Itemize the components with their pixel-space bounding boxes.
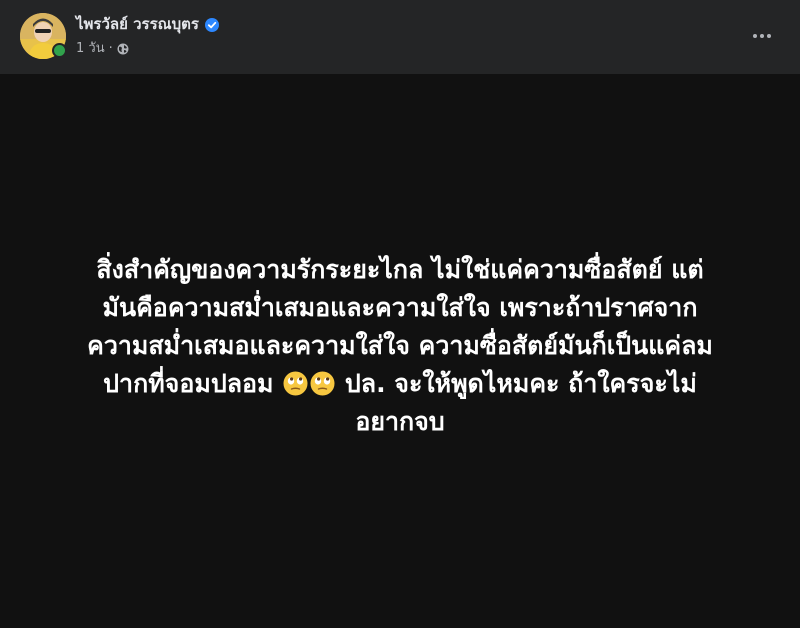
eye-roll-emoji-icon (310, 369, 335, 396)
more-dot-icon (767, 34, 771, 38)
post-header: ไพรวัลย์ วรรณบุตร 1 วัน · (0, 0, 800, 74)
post-message: สิ่งสำคัญของความรักระยะไกล ไม่ใช่แค่ความ… (40, 251, 760, 441)
more-dot-icon (753, 34, 757, 38)
author-name[interactable]: ไพรวัลย์ วรรณบุตร (76, 14, 199, 34)
post-timestamp[interactable]: 1 วัน (76, 40, 105, 58)
meta-separator: · (108, 41, 113, 56)
more-dot-icon (760, 34, 764, 38)
post-content: สิ่งสำคัญของความรักระยะไกล ไม่ใช่แค่ความ… (0, 74, 800, 628)
author-row: ไพรวัลย์ วรรณบุตร (76, 14, 219, 34)
eye-roll-emoji-icon (283, 369, 308, 396)
post-text-part2: ปล. จะให้พูดไหมคะ ถ้าใครจะไม่ อยากจบ (344, 369, 697, 436)
facebook-post: ไพรวัลย์ วรรณบุตร 1 วัน · สิ่งสำคัญของคว… (0, 0, 800, 628)
verified-badge-icon (204, 17, 219, 32)
more-options-button[interactable] (746, 22, 778, 50)
online-status-indicator (52, 43, 67, 58)
post-meta: 1 วัน · (76, 40, 129, 58)
author-avatar[interactable] (20, 13, 67, 59)
globe-icon[interactable] (117, 43, 129, 55)
